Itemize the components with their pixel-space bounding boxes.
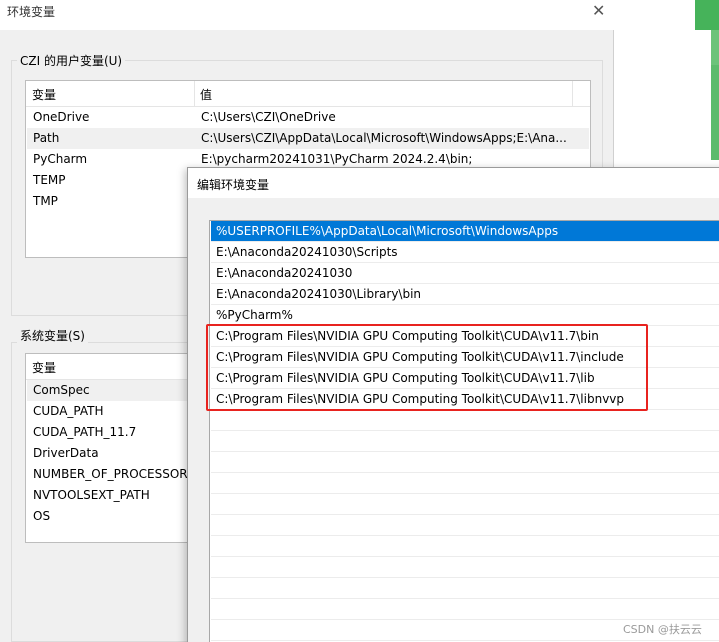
path-entry-text: E:\Anaconda20241030 bbox=[216, 266, 353, 280]
path-entry[interactable]: C:\Program Files\NVIDIA GPU Computing To… bbox=[211, 347, 719, 368]
path-entries-list[interactable]: %USERPROFILE%\AppData\Local\Microsoft\Wi… bbox=[209, 220, 719, 642]
path-entry-text: C:\Program Files\NVIDIA GPU Computing To… bbox=[216, 329, 599, 343]
path-entry[interactable]: E:\Anaconda20241030 bbox=[211, 263, 719, 284]
path-entry[interactable]: C:\Program Files\NVIDIA GPU Computing To… bbox=[211, 368, 719, 389]
path-entry-text: C:\Program Files\NVIDIA GPU Computing To… bbox=[216, 371, 595, 385]
env-dialog-titlebar: 环境变量 ✕ bbox=[0, 0, 614, 30]
empty-row bbox=[211, 494, 719, 515]
variable-value: C:\Users\CZI\AppData\Local\Microsoft\Win… bbox=[201, 131, 567, 145]
background-app-accent bbox=[695, 0, 719, 30]
variable-name: ComSpec bbox=[33, 383, 90, 397]
path-entry-text: %PyCharm% bbox=[216, 308, 293, 322]
path-entry-text: C:\Program Files\NVIDIA GPU Computing To… bbox=[216, 350, 624, 364]
watermark: CSDN @扶云云 bbox=[623, 623, 702, 636]
path-entry[interactable]: E:\Anaconda20241030\Library\bin bbox=[211, 284, 719, 305]
column-separator[interactable] bbox=[572, 81, 573, 107]
system-variables-label: 系统变量(S) bbox=[17, 327, 88, 344]
empty-row bbox=[211, 410, 719, 431]
variable-name: TEMP bbox=[33, 173, 66, 187]
env-dialog-title: 环境变量 bbox=[7, 5, 56, 19]
path-entry[interactable]: %PyCharm% bbox=[211, 305, 719, 326]
variable-name: Path bbox=[33, 131, 60, 145]
variable-name: TMP bbox=[33, 194, 58, 208]
column-separator[interactable] bbox=[194, 81, 195, 107]
edit-dialog-titlebar: 编辑环境变量 bbox=[188, 168, 719, 198]
path-entry[interactable]: E:\Anaconda20241030\Scripts bbox=[211, 242, 719, 263]
empty-row bbox=[211, 473, 719, 494]
variable-name: CUDA_PATH_11.7 bbox=[33, 425, 137, 439]
empty-row bbox=[211, 515, 719, 536]
empty-row bbox=[211, 557, 719, 578]
background-app-accent bbox=[711, 65, 719, 160]
empty-row bbox=[211, 599, 719, 620]
path-entry[interactable]: C:\Program Files\NVIDIA GPU Computing To… bbox=[211, 326, 719, 347]
path-entry-text: C:\Program Files\NVIDIA GPU Computing To… bbox=[216, 392, 625, 406]
close-icon[interactable]: ✕ bbox=[592, 1, 605, 20]
user-list-header: 变量 值 bbox=[26, 81, 590, 107]
variable-name: DriverData bbox=[33, 446, 99, 460]
screen: 环境变量 ✕ CZI 的用户变量(U) 变量 值 OneDrive C:\User… bbox=[0, 0, 719, 642]
table-row[interactable]: OneDrive C:\Users\CZI\OneDrive bbox=[27, 107, 589, 128]
empty-row bbox=[211, 431, 719, 452]
user-variables-label: CZI 的用户变量(U) bbox=[17, 52, 126, 69]
path-entry[interactable]: %USERPROFILE%\AppData\Local\Microsoft\Wi… bbox=[211, 221, 719, 242]
table-row[interactable]: Path C:\Users\CZI\AppData\Local\Microsoft… bbox=[27, 128, 589, 149]
variable-name: OS bbox=[33, 509, 51, 523]
variable-name: PyCharm bbox=[33, 152, 88, 166]
variable-name: OneDrive bbox=[33, 110, 90, 124]
path-entry-text: E:\Anaconda20241030\Scripts bbox=[216, 245, 398, 259]
path-entry-text: %USERPROFILE%\AppData\Local\Microsoft\Wi… bbox=[216, 224, 559, 238]
empty-row bbox=[211, 452, 719, 473]
path-entry[interactable]: C:\Program Files\NVIDIA GPU Computing To… bbox=[211, 389, 719, 410]
edit-dialog-title: 编辑环境变量 bbox=[197, 178, 270, 192]
edit-environment-variable-dialog: 编辑环境变量 %USERPROFILE%\AppData\Local\Micro… bbox=[187, 167, 719, 642]
column-header-variable[interactable]: 变量 bbox=[32, 359, 56, 376]
variable-value: E:\pycharm20241031\PyCharm 2024.2.4\bin; bbox=[201, 152, 473, 166]
variable-name: NUMBER_OF_PROCESSORS bbox=[33, 467, 196, 481]
column-header-value[interactable]: 值 bbox=[200, 86, 212, 103]
empty-row bbox=[211, 578, 719, 599]
path-entry-text: E:\Anaconda20241030\Library\bin bbox=[216, 287, 422, 301]
variable-name: CUDA_PATH bbox=[33, 404, 104, 418]
variable-value: C:\Users\CZI\OneDrive bbox=[201, 110, 336, 124]
empty-row bbox=[211, 536, 719, 557]
variable-name: NVTOOLSEXT_PATH bbox=[33, 488, 150, 502]
column-header-variable[interactable]: 变量 bbox=[32, 86, 56, 103]
